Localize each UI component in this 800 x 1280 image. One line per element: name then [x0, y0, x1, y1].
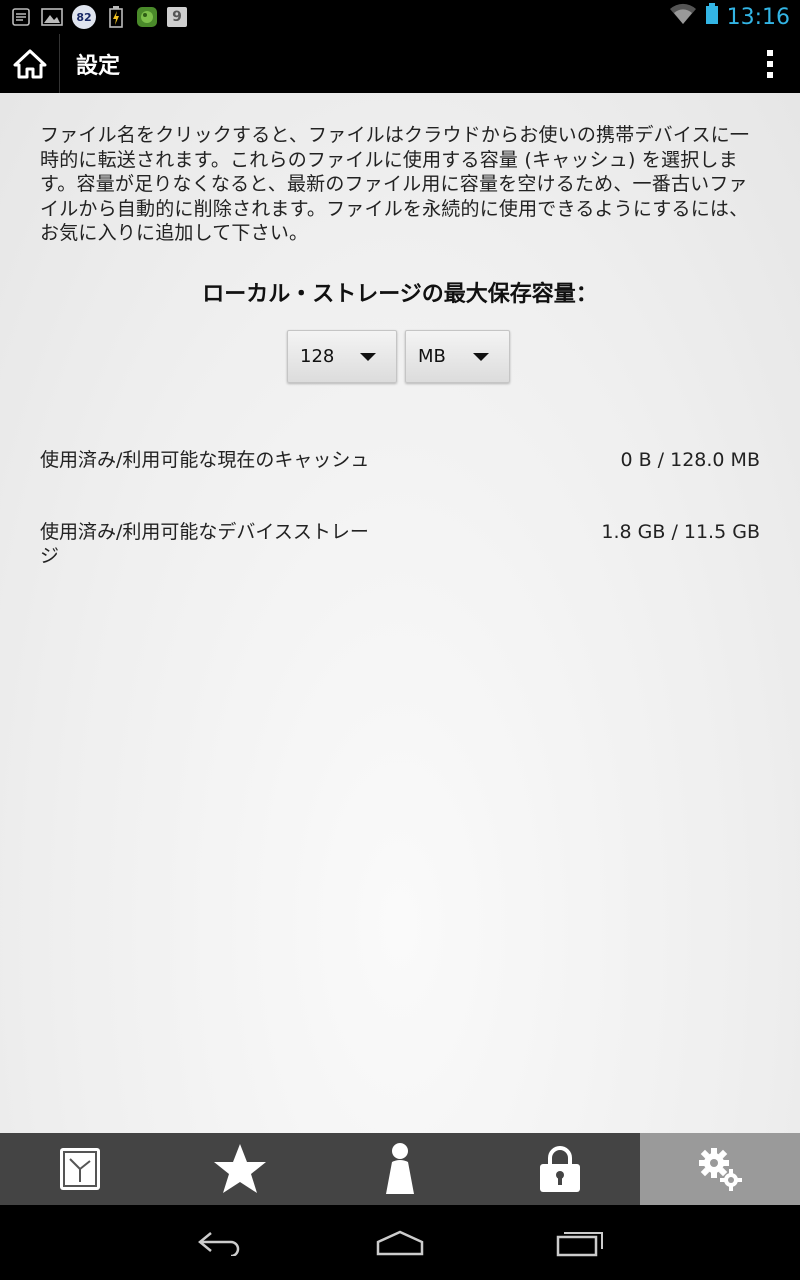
home-nav-icon: [376, 1230, 424, 1255]
notification-icons: 82 9: [10, 5, 187, 29]
tab-recent[interactable]: [0, 1133, 160, 1205]
device-storage-label: 使用済み/利用可能なデバイスストレージ: [40, 521, 369, 567]
battery-icon: [705, 3, 719, 31]
home-icon: [13, 49, 46, 78]
tab-security[interactable]: [480, 1133, 640, 1205]
system-icons: 13:16: [669, 3, 790, 31]
clock-time: 13:16: [726, 4, 790, 30]
notes-icon: [10, 6, 32, 28]
lock-icon: [540, 1146, 580, 1192]
calendar-icon: 9: [167, 7, 187, 27]
back-button[interactable]: [190, 1223, 250, 1263]
chevron-down-icon: [360, 353, 376, 361]
tab-settings[interactable]: [640, 1133, 800, 1205]
device-storage-value: 1.8 GB / 11.5 GB: [601, 521, 760, 543]
overflow-menu-button[interactable]: [740, 34, 800, 93]
person-icon: [386, 1143, 414, 1194]
gears-icon: [699, 1148, 742, 1191]
home-button[interactable]: [0, 34, 60, 93]
battery-charging-icon: [105, 6, 127, 28]
page-title: 設定: [76, 53, 121, 79]
size-select[interactable]: 128: [287, 330, 397, 383]
back-icon: [198, 1231, 240, 1256]
recents-icon: [556, 1231, 603, 1256]
star-icon: [214, 1144, 266, 1193]
wifi-icon: [669, 3, 697, 31]
chevron-down-icon: [473, 353, 489, 361]
action-bar: 設定: [0, 34, 800, 93]
cache-usage-value: 0 B / 128.0 MB: [620, 449, 760, 471]
storage-title: ローカル・ストレージの最大保存容量：: [202, 282, 598, 307]
cache-usage-label: 使用済み/利用可能な現在のキャッシュ: [40, 449, 370, 471]
settings-content: ファイル名をクリックすると、ファイルはクラウドからお使いの携帯デバイスに一時的に…: [0, 93, 800, 1133]
bottom-tab-bar: [0, 1133, 800, 1205]
home-nav-button[interactable]: [370, 1223, 430, 1263]
clock-icon: [60, 1148, 100, 1190]
unit-select-value: MB: [418, 346, 446, 367]
status-bar: 82 9 13:16: [0, 0, 800, 34]
tab-account[interactable]: [320, 1133, 480, 1205]
system-nav-bar: [0, 1205, 800, 1280]
tab-favorites[interactable]: [160, 1133, 320, 1205]
recents-button[interactable]: [550, 1223, 610, 1263]
overflow-menu-icon: [767, 49, 773, 56]
cache-usage-row: 使用済み/利用可能な現在のキャッシュ 0 B / 128.0 MB: [40, 448, 760, 498]
badge-icon: 82: [72, 5, 96, 29]
image-icon: [41, 6, 63, 28]
app-icon: [136, 6, 158, 28]
unit-select[interactable]: MB: [405, 330, 510, 383]
description-text: ファイル名をクリックすると、ファイルはクラウドからお使いの携帯デバイスに一時的に…: [40, 124, 750, 244]
size-select-value: 128: [300, 346, 335, 367]
device-storage-row: 使用済み/利用可能なデバイスストレージ 1.8 GB / 11.5 GB: [40, 520, 760, 570]
